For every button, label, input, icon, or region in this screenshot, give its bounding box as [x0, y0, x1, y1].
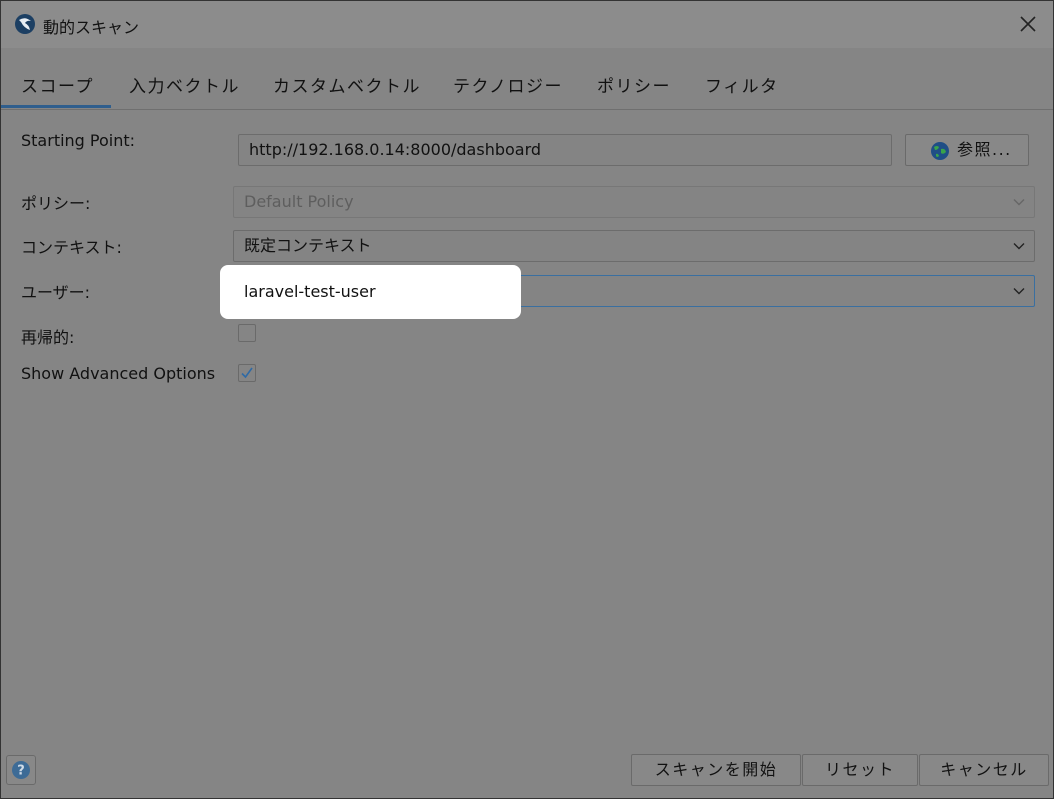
context-label: コンテキスト:: [21, 238, 122, 257]
context-select[interactable]: 既定コンテキスト: [233, 230, 1035, 262]
starting-point-value: http://192.168.0.14:8000/dashboard: [249, 140, 542, 159]
title-bar: 動的スキャン: [1, 1, 1053, 48]
checkmark-icon: [241, 367, 253, 379]
tab-custom-vectors[interactable]: カスタムベクトル: [273, 72, 421, 97]
recurse-checkbox[interactable]: [238, 324, 256, 342]
reset-button[interactable]: リセット: [802, 754, 918, 786]
browse-button[interactable]: 参照...: [905, 134, 1029, 166]
start-scan-button[interactable]: スキャンを開始: [631, 754, 801, 786]
chevron-down-icon: [1013, 288, 1025, 295]
window-title: 動的スキャン: [43, 18, 140, 37]
policy-label: ポリシー:: [21, 194, 91, 213]
help-icon: ?: [12, 761, 30, 779]
user-label: ユーザー:: [21, 283, 91, 302]
starting-point-input[interactable]: http://192.168.0.14:8000/dashboard: [238, 134, 892, 166]
advanced-options-checkbox[interactable]: [238, 364, 256, 382]
globe-icon: [931, 142, 949, 160]
starting-point-label: Starting Point:: [21, 131, 136, 150]
tab-filter[interactable]: フィルタ: [705, 72, 779, 97]
close-icon[interactable]: [1017, 13, 1039, 35]
browse-button-label: 参照...: [957, 140, 1012, 159]
tab-policy[interactable]: ポリシー: [597, 72, 671, 97]
chevron-down-icon: [1013, 199, 1025, 206]
help-button[interactable]: ?: [6, 755, 36, 785]
dynamic-scan-dialog: 動的スキャン スコープ 入力ベクトル カスタムベクトル テクノロジー ポリシー …: [0, 0, 1054, 799]
user-value: laravel-test-user: [244, 282, 376, 301]
chevron-down-icon: [1013, 243, 1025, 250]
zap-icon: [15, 14, 35, 34]
active-tab-indicator: [1, 105, 111, 108]
tab-scope[interactable]: スコープ: [21, 72, 94, 97]
cancel-button[interactable]: キャンセル: [919, 754, 1049, 786]
svg-text:?: ?: [17, 764, 25, 779]
tab-input-vectors[interactable]: 入力ベクトル: [129, 72, 240, 97]
recurse-label: 再帰的:: [21, 328, 75, 347]
advanced-options-label: Show Advanced Options: [21, 364, 216, 383]
tab-technology[interactable]: テクノロジー: [453, 72, 563, 97]
context-value: 既定コンテキスト: [244, 236, 372, 255]
policy-select[interactable]: Default Policy: [233, 186, 1035, 218]
policy-value: Default Policy: [244, 192, 354, 211]
tab-bar: スコープ 入力ベクトル カスタムベクトル テクノロジー ポリシー フィルタ: [1, 48, 1053, 110]
